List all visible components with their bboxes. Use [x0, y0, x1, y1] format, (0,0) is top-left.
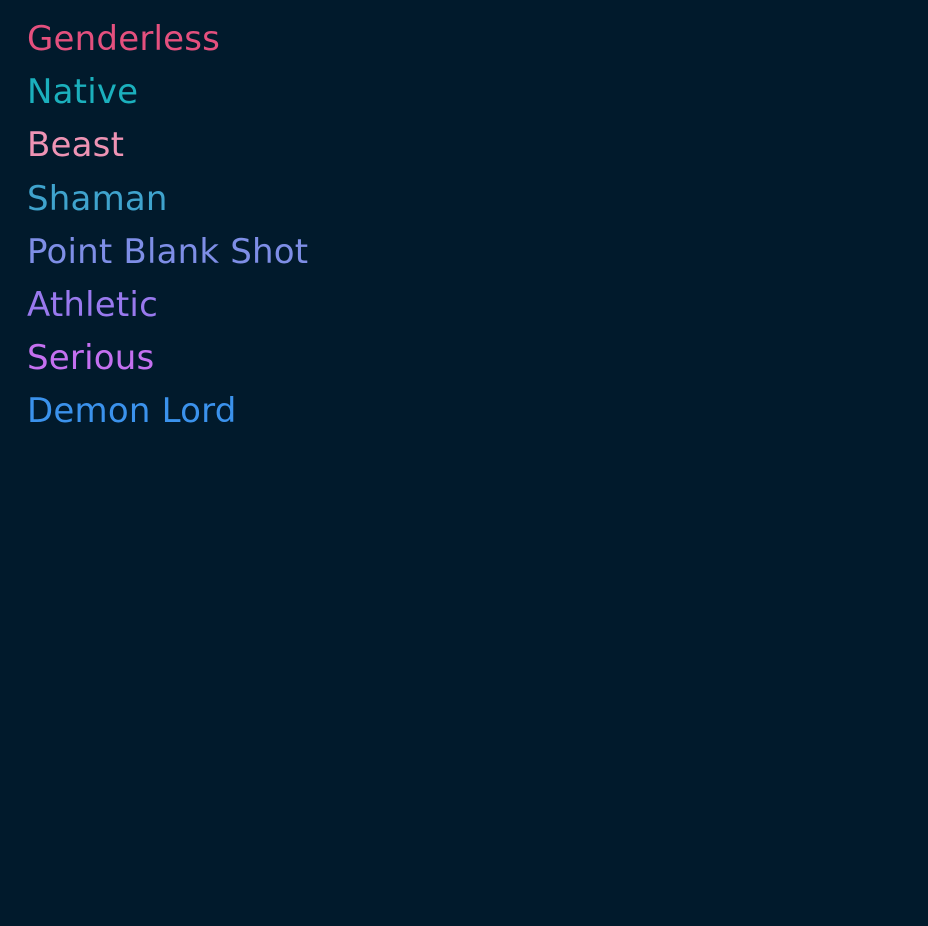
trait-serious: Serious — [27, 338, 155, 379]
trait-beast: Beast — [27, 125, 125, 166]
trait-athletic: Athletic — [27, 284, 158, 325]
trait-native: Native — [27, 72, 139, 113]
trait-list: Genderless Native Beast Shaman Point Bla… — [27, 17, 308, 443]
trait-genderless: Genderless — [27, 19, 221, 59]
trait-demon-lord: Demon Lord — [27, 391, 237, 432]
trait-point-blank-shot: Point Blank Shot — [27, 231, 309, 272]
trait-shaman: Shaman — [27, 178, 168, 219]
